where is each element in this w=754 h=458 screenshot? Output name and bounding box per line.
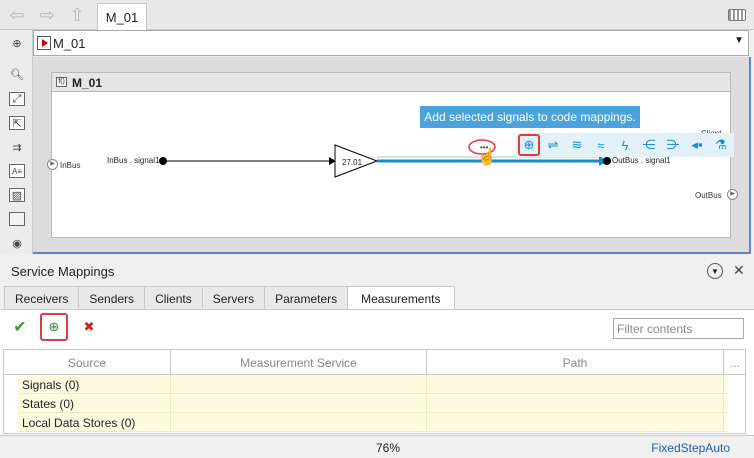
camera-icon[interactable]: ◉ <box>9 236 25 250</box>
model-icon <box>37 36 51 50</box>
gain-value: 27.01 <box>342 158 363 167</box>
model-tab[interactable]: M_01 <box>97 3 147 31</box>
filter-input[interactable]: Filter contents <box>613 318 744 339</box>
forward-arrow-icon[interactable]: ⇨ <box>36 5 58 25</box>
column-path[interactable]: Path <box>427 350 724 375</box>
close-icon[interactable]: ✕ <box>733 262 745 279</box>
row-path-cell[interactable] <box>427 394 724 413</box>
wireless-alt-icon[interactable]: ≈ <box>590 134 612 156</box>
row-label: States (0) <box>18 394 171 413</box>
top-tab-bar: ⇦ ⇨ ⇧ M_01 <box>0 0 754 31</box>
panel-title: Service Mappings <box>11 264 115 279</box>
row-path-cell[interactable] <box>427 375 724 394</box>
row-service-cell[interactable] <box>171 394 427 413</box>
bus-element-icon[interactable]: ◂▪ <box>686 134 708 156</box>
model-path-text: M_01 <box>53 36 86 51</box>
row-service-cell[interactable] <box>171 375 427 394</box>
status-bar: 76% FixedStepAuto <box>0 435 754 458</box>
keyboard-icon[interactable] <box>728 9 746 21</box>
row-label: Signals (0) <box>18 375 171 394</box>
remove-signal-icon[interactable]: ✖ <box>78 316 100 338</box>
tab-servers[interactable]: Servers <box>201 286 266 310</box>
mappings-table: Source Measurement Service Path ... Sign… <box>3 349 746 434</box>
inport-icon: ▶ <box>47 159 58 170</box>
image-icon[interactable]: ▨ <box>9 188 25 202</box>
mappings-panel: ✔ ⊕ ✖ Filter contents Source Measurement… <box>0 309 754 435</box>
hand-cursor-icon: ☝ <box>477 149 497 166</box>
inport-label: InBus <box>60 161 81 170</box>
model-path-bar[interactable]: M_01 ▼ <box>33 30 749 56</box>
column-measurement-service[interactable]: Measurement Service <box>171 350 427 375</box>
table-row[interactable]: Local Data Stores (0) <box>18 413 728 432</box>
zoom-in-icon[interactable]: 🔍︎ <box>9 67 25 81</box>
input-signal-label: InBus . signal1 <box>107 156 160 165</box>
outport-icon: ▶ <box>727 189 738 200</box>
service-mappings-header: Service Mappings ▼ ✕ <box>0 259 754 285</box>
row-label: Local Data Stores (0) <box>18 413 171 432</box>
output-signal-label: OutBus . signal1 <box>612 156 671 165</box>
tab-parameters[interactable]: Parameters <box>264 286 349 310</box>
collapse-icon[interactable]: ⊕ <box>9 36 25 50</box>
table-row[interactable]: States (0) <box>18 394 728 413</box>
chevron-down-icon[interactable]: ▼ <box>707 263 723 279</box>
lightning-icon[interactable]: ϟ <box>614 134 636 156</box>
left-toolbar: ⊕ 🔍︎ ⤢ ⇱ ⇉ A≡ ▨ ◉ <box>0 30 33 254</box>
table-header: Source Measurement Service Path ... <box>4 350 745 375</box>
annotation-icon[interactable]: A≡ <box>9 164 25 178</box>
validate-icon[interactable]: ✔ <box>9 316 31 338</box>
bus-creator-icon[interactable]: ⋺ <box>662 134 684 156</box>
table-row[interactable]: Signals (0) <box>18 375 728 394</box>
column-more[interactable]: ... <box>724 350 746 375</box>
bus-selector-icon[interactable]: ⋲ <box>638 134 660 156</box>
model-canvas[interactable]: f() M_01 ••• ▶ InBus InBus . signal1 27.… <box>33 57 751 254</box>
solver-link[interactable]: FixedStepAuto <box>651 441 730 455</box>
add-signal-icon[interactable]: ⊕ <box>40 313 68 341</box>
fit-view-icon[interactable]: ⤢ <box>9 92 25 106</box>
back-arrow-icon[interactable]: ⇦ <box>6 5 28 25</box>
flask-icon[interactable]: ⚗ <box>710 134 732 156</box>
mapping-tabs: Receivers Senders Clients Servers Parame… <box>4 286 455 311</box>
tooltip: Add selected signals to code mappings. <box>420 106 640 128</box>
row-path-cell[interactable] <box>427 413 724 432</box>
tab-receivers[interactable]: Receivers <box>4 286 80 310</box>
chevron-down-icon[interactable]: ▼ <box>734 35 744 46</box>
quick-action-bar: ⊕ ⇌ ≋ ≈ ϟ ⋲ ⋺ ◂▪ ⚗ <box>516 133 734 157</box>
signal-tool-icon[interactable]: ⇌ <box>542 134 564 156</box>
zoom-level: 76% <box>376 441 401 455</box>
tab-clients[interactable]: Clients <box>144 286 203 310</box>
add-signal-to-mapping-icon[interactable]: ⊕ <box>518 134 540 156</box>
up-arrow-icon[interactable]: ⇧ <box>66 5 88 25</box>
tab-senders[interactable]: Senders <box>78 286 146 310</box>
area-icon[interactable] <box>9 212 25 226</box>
tab-measurements[interactable]: Measurements <box>347 286 455 311</box>
row-service-cell[interactable] <box>171 413 427 432</box>
column-source[interactable]: Source <box>4 350 171 375</box>
outport-label: OutBus <box>695 191 722 200</box>
arrows-icon[interactable]: ⇉ <box>9 140 25 154</box>
wireless-icon[interactable]: ≋ <box>566 134 588 156</box>
zoom-box-icon[interactable]: ⇱ <box>9 116 25 130</box>
